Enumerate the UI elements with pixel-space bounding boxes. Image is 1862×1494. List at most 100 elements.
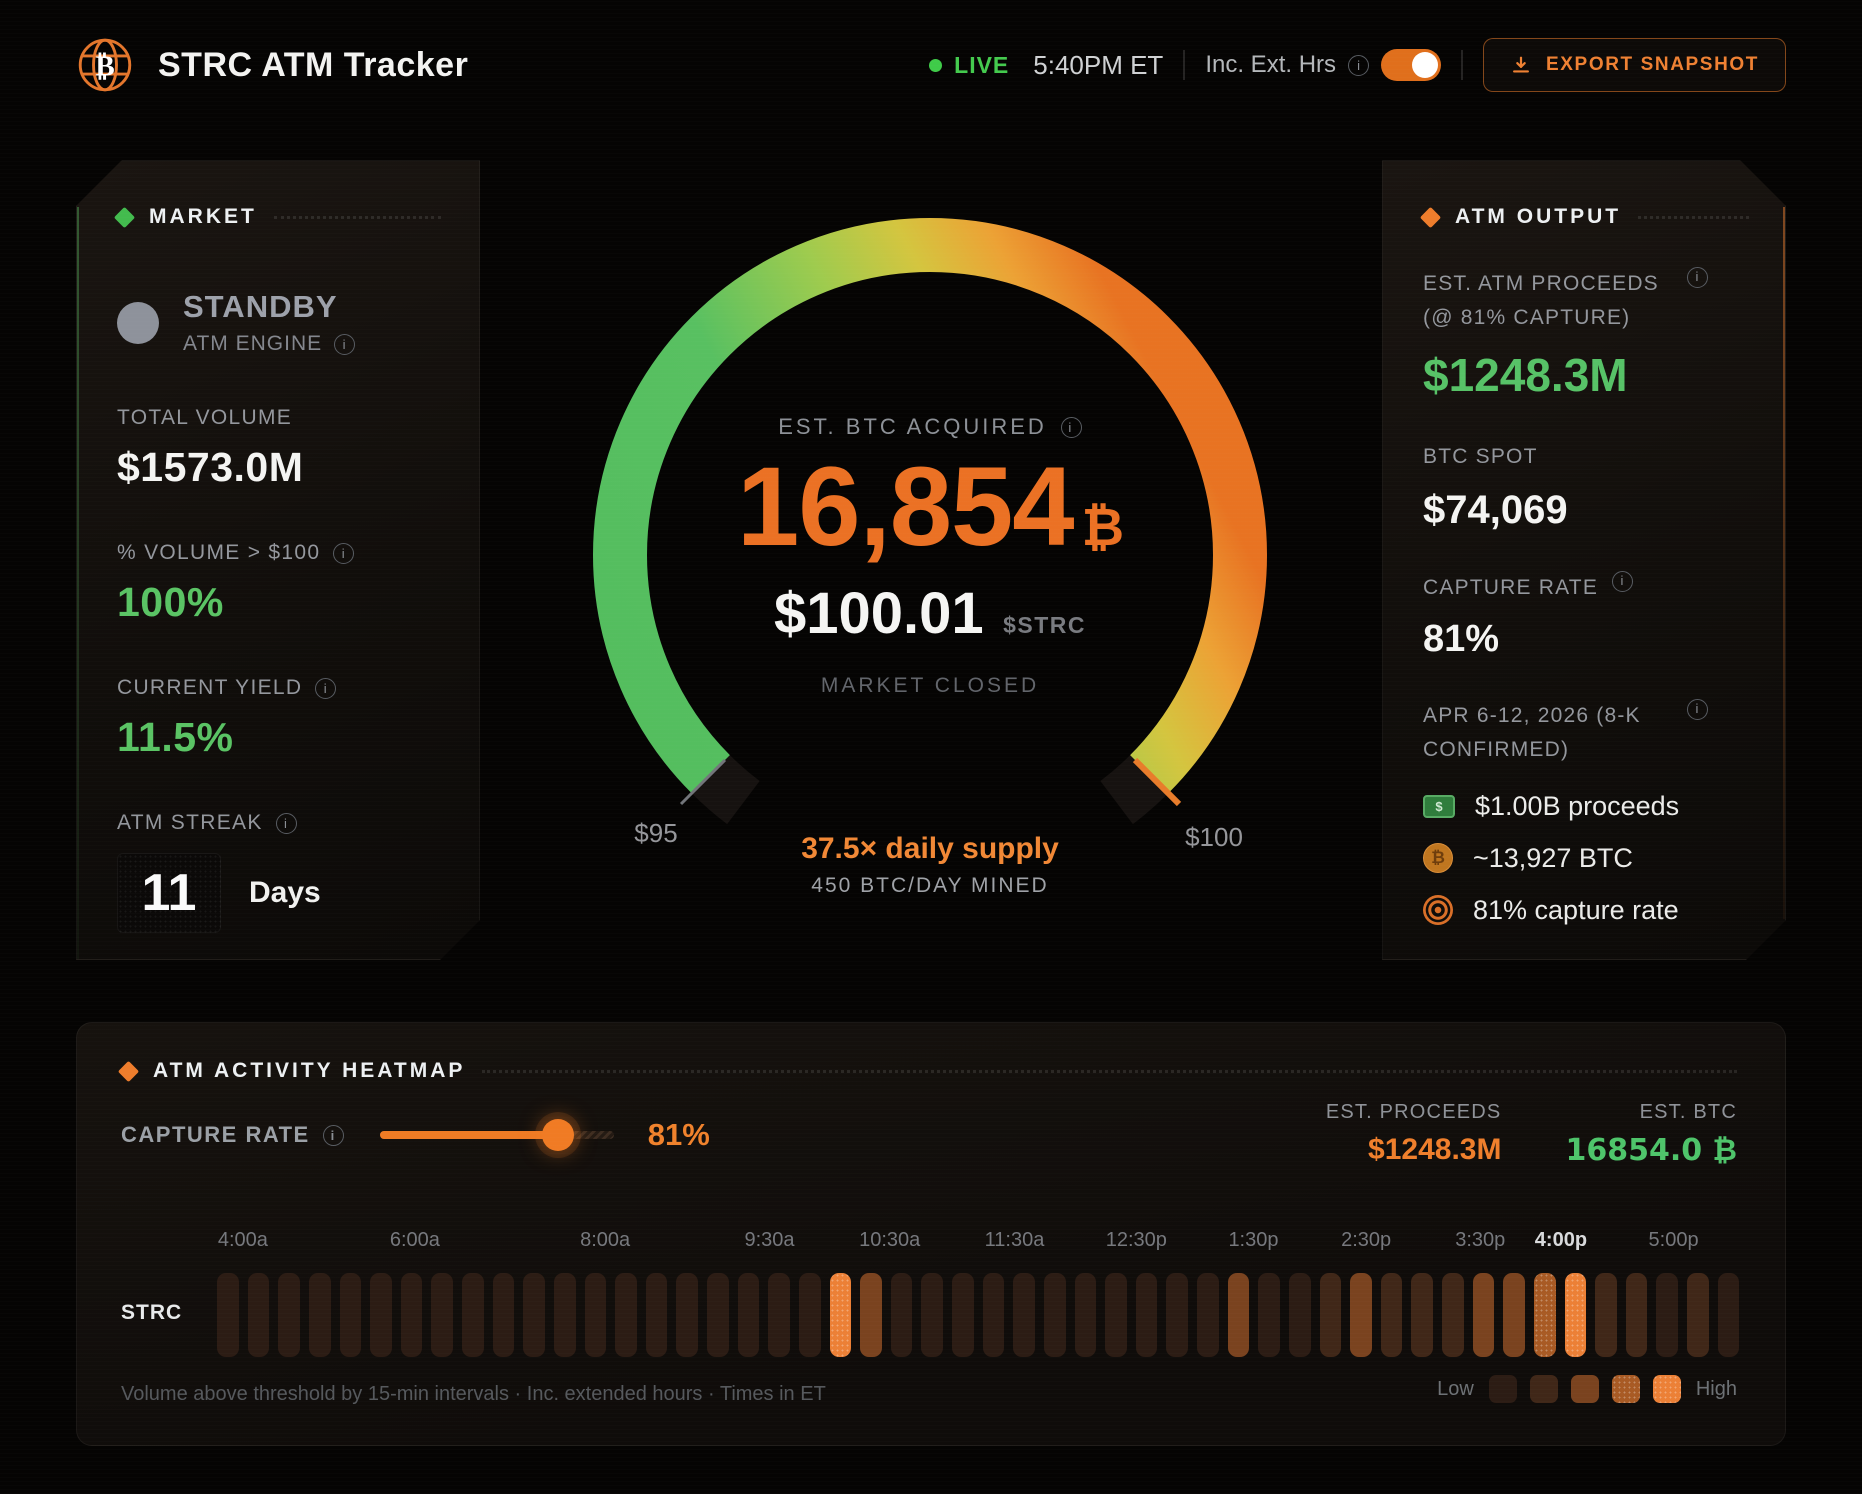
info-icon[interactable]: i <box>1612 571 1633 592</box>
capture-rate-slider[interactable] <box>380 1131 614 1139</box>
atm-engine-status: STANDBY ATM ENGINE i <box>117 289 441 356</box>
time-label: 6:00a <box>390 1229 440 1252</box>
heatmap-cell[interactable] <box>1136 1273 1158 1357</box>
time-label: 5:00p <box>1649 1229 1699 1252</box>
heatmap-cell[interactable] <box>646 1273 668 1357</box>
info-icon[interactable]: i <box>334 334 355 355</box>
heatmap-cell[interactable] <box>952 1273 974 1357</box>
heatmap-cell[interactable] <box>462 1273 484 1357</box>
info-icon[interactable]: i <box>315 678 336 699</box>
heatmap-cell[interactable] <box>1687 1273 1709 1357</box>
heatmap-cell[interactable] <box>738 1273 760 1357</box>
heatmap-cell[interactable] <box>983 1273 1005 1357</box>
live-indicator-dot <box>929 59 942 72</box>
btc-spot-label: BTC SPOT <box>1423 440 1673 474</box>
info-icon[interactable]: i <box>323 1125 344 1146</box>
heatmap-cell[interactable] <box>217 1273 239 1357</box>
heatmap-cell[interactable] <box>860 1273 882 1357</box>
heatmap-cell[interactable] <box>1626 1273 1648 1357</box>
target-icon <box>1423 895 1453 925</box>
heatmap-cell[interactable] <box>676 1273 698 1357</box>
heatmap-cell[interactable] <box>1044 1273 1066 1357</box>
heatmap-cell[interactable] <box>1411 1273 1433 1357</box>
event-item-text: ~13,927 BTC <box>1473 843 1633 874</box>
info-icon[interactable]: i <box>1348 55 1369 76</box>
stat-value: 100% <box>117 579 441 626</box>
heatmap-cell[interactable] <box>431 1273 453 1357</box>
ext-hours-toggle[interactable] <box>1381 49 1441 81</box>
divider <box>1183 50 1185 80</box>
heatmap-cell[interactable] <box>554 1273 576 1357</box>
brand-logo-icon: ₿ <box>76 36 134 94</box>
atm-output-panel: ATM OUTPUT EST. ATM PROCEEDS (@ 81% CAPT… <box>1382 160 1786 960</box>
legend-swatch <box>1653 1375 1681 1403</box>
est-proceeds-block: EST. ATM PROCEEDS (@ 81% CAPTURE) i $124… <box>1423 267 1749 402</box>
heatmap-cell[interactable] <box>1381 1273 1403 1357</box>
heatmap-cell[interactable] <box>493 1273 515 1357</box>
gauge-scale-min: $95 <box>634 818 677 849</box>
diamond-icon <box>1420 206 1441 227</box>
event-block: APR 6-12, 2026 (8-K CONFIRMED) i $$1.00B… <box>1423 699 1749 925</box>
heatmap-cell[interactable] <box>1258 1273 1280 1357</box>
heatmap-cell[interactable] <box>1656 1273 1678 1357</box>
heatmap-cell[interactable] <box>1013 1273 1035 1357</box>
info-icon[interactable]: i <box>276 813 297 834</box>
heatmap-cell[interactable] <box>523 1273 545 1357</box>
heatmap-cell[interactable] <box>1228 1273 1250 1357</box>
heatmap-cell[interactable] <box>921 1273 943 1357</box>
live-label: LIVE <box>954 52 1009 79</box>
heatmap-cell[interactable] <box>248 1273 270 1357</box>
divider <box>1461 50 1463 80</box>
download-icon <box>1510 54 1532 76</box>
export-snapshot-button[interactable]: EXPORT SNAPSHOT <box>1483 38 1786 92</box>
heatmap-cell[interactable] <box>1166 1273 1188 1357</box>
heatmap-footnote: Volume above threshold by 15-min interva… <box>121 1383 826 1406</box>
strc-price: $100.01 <box>774 581 984 646</box>
heatmap-cell[interactable] <box>1197 1273 1219 1357</box>
heatmap-cell[interactable] <box>1350 1273 1372 1357</box>
clock: 5:40PM ET <box>1033 50 1163 81</box>
time-label: 4:00a <box>218 1229 268 1252</box>
heatmap-cell[interactable] <box>707 1273 729 1357</box>
heatmap-cell[interactable] <box>768 1273 790 1357</box>
slider-knob[interactable] <box>542 1119 574 1151</box>
heatmap-cell[interactable] <box>309 1273 331 1357</box>
stat-value: 11.5% <box>117 714 441 761</box>
heatmap-cell[interactable] <box>830 1273 852 1357</box>
heatmap-cell[interactable] <box>401 1273 423 1357</box>
heatmap-cell[interactable] <box>1473 1273 1495 1357</box>
heatmap-cell[interactable] <box>1320 1273 1342 1357</box>
market-stat: TOTAL VOLUME$1573.0M <box>117 406 441 491</box>
heatmap-cell[interactable] <box>370 1273 392 1357</box>
heatmap-cell[interactable] <box>1503 1273 1525 1357</box>
info-icon[interactable]: i <box>1687 699 1708 720</box>
header: ₿ STRC ATM Tracker LIVE 5:40PM ET Inc. E… <box>76 32 1786 98</box>
heatmap-cell[interactable] <box>340 1273 362 1357</box>
heatmap-cell[interactable] <box>1442 1273 1464 1357</box>
est-btc-value: 16854.0 ₿ <box>1565 1133 1737 1168</box>
brand: ₿ STRC ATM Tracker <box>76 36 468 94</box>
heatmap-cell[interactable] <box>1289 1273 1311 1357</box>
svg-text:₿: ₿ <box>95 48 114 82</box>
info-icon[interactable]: i <box>1061 417 1082 438</box>
heatmap-cell[interactable] <box>1075 1273 1097 1357</box>
heatmap-cell[interactable] <box>1565 1273 1587 1357</box>
heatmap-cell[interactable] <box>1105 1273 1127 1357</box>
heatmap-cell[interactable] <box>1595 1273 1617 1357</box>
live-status: LIVE <box>929 52 1009 79</box>
heatmap-cell[interactable] <box>278 1273 300 1357</box>
info-icon[interactable]: i <box>333 543 354 564</box>
heatmap-cell[interactable] <box>1534 1273 1556 1357</box>
btc-symbol: ₿ <box>1082 498 1123 558</box>
heatmap-cell[interactable] <box>891 1273 913 1357</box>
stat-label: TOTAL VOLUME <box>117 406 292 430</box>
heatmap-cell[interactable] <box>585 1273 607 1357</box>
heatmap-cell[interactable] <box>615 1273 637 1357</box>
time-label: 9:30a <box>744 1229 794 1252</box>
app-root: ₿ STRC ATM Tracker LIVE 5:40PM ET Inc. E… <box>0 0 1862 1494</box>
heatmap-cell[interactable] <box>799 1273 821 1357</box>
heatmap-row-label: STRC <box>121 1301 182 1325</box>
legend-swatch <box>1489 1375 1517 1403</box>
info-icon[interactable]: i <box>1687 267 1708 288</box>
heatmap-cell[interactable] <box>1718 1273 1740 1357</box>
